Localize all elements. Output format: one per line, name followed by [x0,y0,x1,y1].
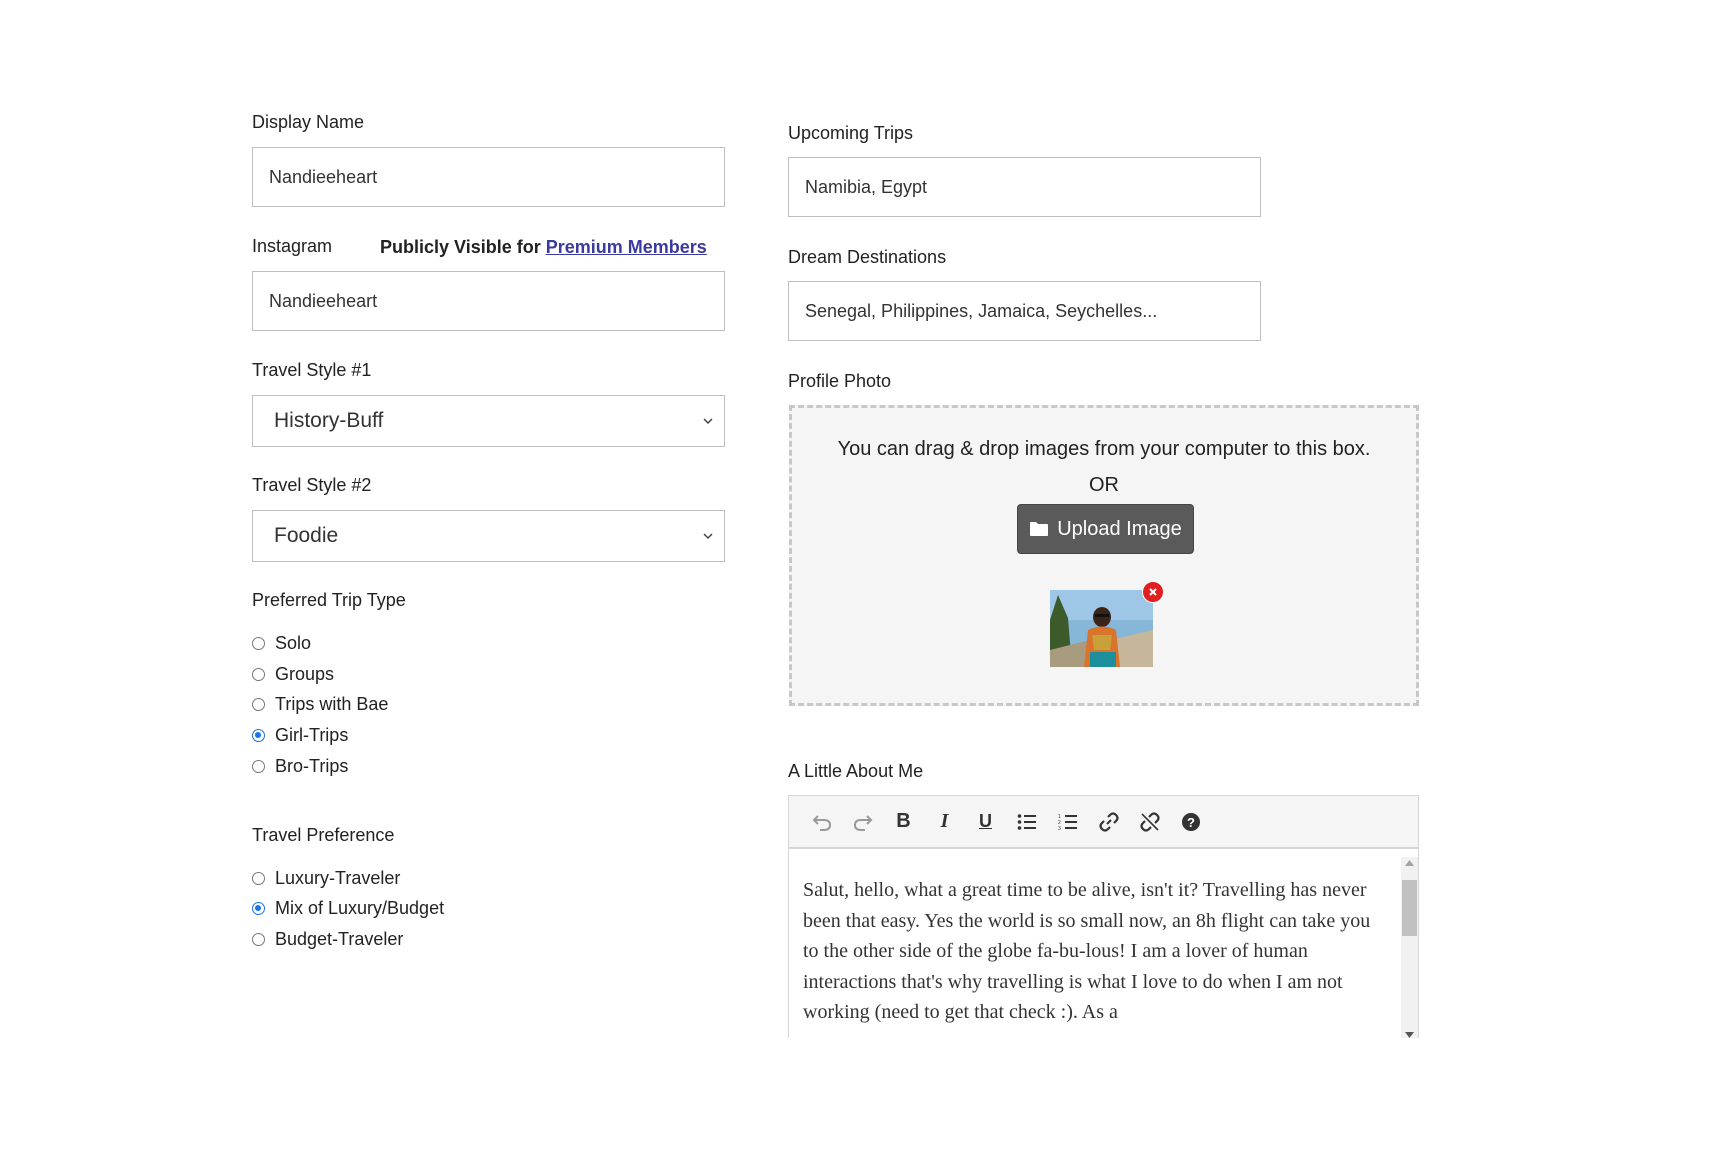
dropzone-instructions: You can drag & drop images from your com… [837,438,1371,460]
radio-option[interactable]: Groups [252,664,334,685]
radio-option-label: Trips with Bae [275,694,389,714]
link-icon[interactable] [1088,801,1129,842]
italic-icon[interactable]: I [924,801,965,842]
help-icon[interactable]: ? [1170,801,1211,842]
radio-option[interactable]: Luxury-Traveler [252,868,400,889]
travel-style-2-select[interactable]: Foodie [252,510,725,562]
travel-style-1-select[interactable]: History-Buff [252,395,725,447]
underline-icon[interactable]: U [965,801,1006,842]
upload-image-label: Upload Image [1057,517,1182,540]
radio-option-label: Bro-Trips [275,756,349,776]
bold-icon[interactable]: B [883,801,924,842]
instagram-visibility-note: Publicly Visible for Premium Members [380,237,707,258]
dropzone-or: OR [1089,474,1119,496]
profile-photo-thumbnail [1050,590,1153,667]
radio-option[interactable]: Trips with Bae [252,694,388,715]
instagram-input[interactable]: Nandieeheart [252,271,725,331]
radio-unchecked-icon[interactable] [252,698,265,711]
radio-checked-icon[interactable] [252,902,265,915]
display-name-input[interactable]: Nandieeheart [252,147,725,207]
radio-checked-icon[interactable] [252,729,265,742]
bullet-list-icon[interactable] [1006,801,1047,842]
editor-scrollbar[interactable] [1401,857,1418,1038]
redo-icon[interactable] [842,801,883,842]
radio-unchecked-icon[interactable] [252,872,265,885]
about-me-text: Salut, hello, what a great time to be al… [803,879,1371,1023]
scroll-down-icon[interactable] [1405,1032,1414,1038]
undo-icon[interactable] [801,801,842,842]
scroll-up-icon[interactable] [1405,860,1414,866]
radio-option[interactable]: Girl-Trips [252,725,348,746]
dream-destinations-input[interactable]: Senegal, Philippines, Jamaica, Seychelle… [788,281,1261,341]
radio-option-label: Solo [275,633,312,653]
travel-preference-label: Travel Preference [252,825,395,845]
radio-option-label: Girl-Trips [275,725,349,745]
profile-photo-dropzone[interactable]: You can drag & drop images from your com… [789,405,1419,706]
travel-style-2-label: Travel Style #2 [252,475,372,495]
travel-style-1-value: History-Buff [274,409,384,432]
radio-option-label: Luxury-Traveler [275,868,401,888]
radio-unchecked-icon[interactable] [252,933,265,946]
chevron-down-icon [703,533,713,540]
svg-text:?: ? [1187,815,1195,830]
folder-icon [1030,522,1049,536]
radio-option[interactable]: Bro-Trips [252,756,348,777]
about-me-editor[interactable]: Salut, hello, what a great time to be al… [788,849,1419,1038]
instagram-label: Instagram [252,236,333,256]
radio-option[interactable]: Budget-Traveler [252,929,403,950]
close-icon [1149,588,1157,596]
radio-option-label: Budget-Traveler [275,929,404,949]
radio-unchecked-icon[interactable] [252,668,265,681]
profile-photo-label: Profile Photo [788,371,892,391]
premium-members-link[interactable]: Premium Members [546,237,707,257]
trip-type-label: Preferred Trip Type [252,590,406,610]
radio-option-label: Groups [275,664,335,684]
unlink-icon[interactable] [1129,801,1170,842]
numbered-list-icon[interactable]: 123 [1047,801,1088,842]
chevron-down-icon [703,418,713,425]
radio-option[interactable]: Solo [252,633,311,654]
remove-photo-button[interactable] [1142,581,1164,603]
about-me-label: A Little About Me [788,761,924,781]
upcoming-trips-label: Upcoming Trips [788,123,914,143]
radio-option[interactable]: Mix of Luxury/Budget [252,898,444,919]
display-name-label: Display Name [252,112,365,132]
radio-option-label: Mix of Luxury/Budget [275,898,445,918]
dream-destinations-label: Dream Destinations [788,247,947,267]
radio-unchecked-icon[interactable] [252,637,265,650]
scrollbar-thumb[interactable] [1402,880,1417,936]
editor-toolbar: B I U 123 ? [788,795,1419,849]
travel-style-1-label: Travel Style #1 [252,360,372,380]
visibility-prefix: Publicly Visible for [380,237,541,257]
svg-text:3: 3 [1058,826,1061,831]
radio-unchecked-icon[interactable] [252,760,265,773]
upload-image-button[interactable]: Upload Image [1017,504,1194,554]
travel-style-2-value: Foodie [274,524,339,547]
upcoming-trips-input[interactable]: Namibia, Egypt [788,157,1261,217]
